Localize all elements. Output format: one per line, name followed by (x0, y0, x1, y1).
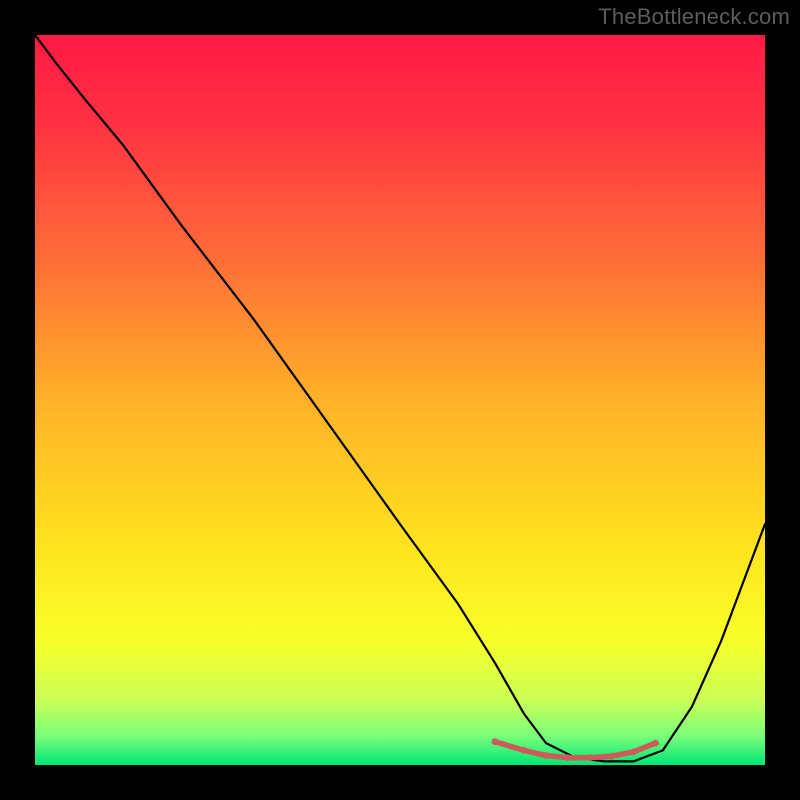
chart-root: TheBottleneck.com (0, 0, 800, 800)
chart-svg (0, 0, 800, 800)
flat-segment-dot (521, 747, 528, 754)
flat-segment-dot (630, 748, 637, 755)
flat-segment-dot (565, 754, 572, 761)
plot-background (35, 35, 765, 765)
flat-segment-dot (608, 753, 615, 760)
watermark-text: TheBottleneck.com (598, 4, 790, 30)
flat-segment-dot (492, 738, 499, 745)
flat-segment-dot (543, 752, 550, 759)
flat-segment-dot (586, 754, 593, 761)
flat-segment-dot (652, 740, 659, 747)
